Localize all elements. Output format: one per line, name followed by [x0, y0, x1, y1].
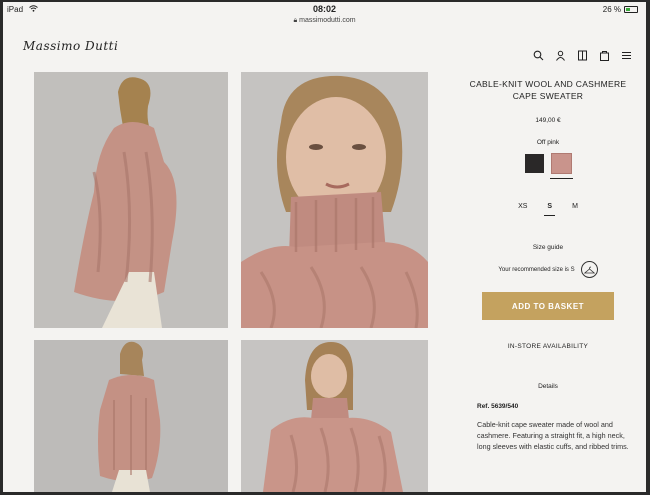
- battery-icon: [624, 6, 638, 13]
- product-reference: Ref. 5639/540: [477, 403, 519, 410]
- address-bar[interactable]: 🔒︎ massimodutti.com: [3, 17, 646, 25]
- recommended-size-text: Your recommended size is S: [498, 266, 575, 273]
- in-store-availability-link[interactable]: IN-STORE AVAILABILITY: [463, 343, 633, 350]
- product-price: 149,00 €: [535, 117, 561, 124]
- menu-icon[interactable]: [621, 48, 632, 59]
- size-selector: XS S M: [463, 203, 633, 216]
- color-label: Off pink: [536, 139, 560, 146]
- product-photo-4[interactable]: [241, 340, 428, 492]
- product-photo-2[interactable]: [241, 72, 428, 328]
- size-option-s[interactable]: S: [544, 203, 555, 216]
- status-bar: iPad 08:02 26 %: [3, 2, 646, 18]
- details-tab[interactable]: Details: [463, 383, 633, 390]
- bookmark-icon[interactable]: [577, 48, 588, 61]
- battery-percent: 26 %: [602, 5, 621, 14]
- product-info: CABLE-KNIT WOOL AND CASHMERE CAPE SWEATE…: [463, 78, 633, 452]
- size-option-m[interactable]: M: [572, 203, 578, 210]
- size-option-xs[interactable]: XS: [518, 203, 527, 210]
- bag-icon[interactable]: [599, 48, 610, 61]
- brand-logo[interactable]: Massimo Dutti: [23, 39, 118, 53]
- hanger-icon[interactable]: [580, 261, 598, 278]
- clock: 08:02: [312, 4, 337, 14]
- url-text: massimodutti.com: [299, 17, 356, 24]
- product-description: Cable-knit cape sweater made of wool and…: [477, 420, 629, 451]
- color-swatches: [463, 153, 633, 179]
- lock-icon: 🔒︎: [293, 17, 298, 24]
- color-swatch-black[interactable]: [525, 154, 544, 173]
- recommended-size: Your recommended size is S: [463, 261, 633, 278]
- color-swatch-off-pink[interactable]: [550, 153, 573, 179]
- product-photo-1[interactable]: [34, 72, 228, 328]
- user-icon[interactable]: [555, 48, 566, 61]
- product-photo-3[interactable]: [34, 340, 228, 492]
- product-title: CABLE-KNIT WOOL AND CASHMERE CAPE SWEATE…: [469, 79, 627, 101]
- ipad-screen: iPad 08:02 26 % 🔒︎ massimodutti.com Mass…: [3, 2, 646, 492]
- search-icon[interactable]: [533, 48, 544, 61]
- size-guide-link[interactable]: Size guide: [463, 244, 633, 251]
- add-to-basket-button[interactable]: ADD TO BASKET: [482, 292, 614, 320]
- site-header: Massimo Dutti: [3, 32, 646, 68]
